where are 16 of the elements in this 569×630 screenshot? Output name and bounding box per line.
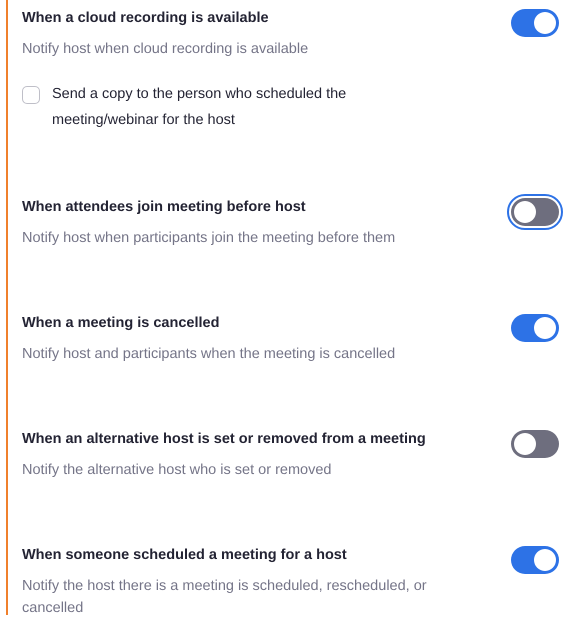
setting-title: When someone scheduled a meeting for a host bbox=[22, 546, 348, 565]
setting-title: When attendees join meeting before host bbox=[22, 198, 307, 217]
toggle-switch[interactable] bbox=[511, 314, 559, 342]
toggle-switch[interactable] bbox=[511, 9, 559, 37]
setting-description: Notify the host there is a meeting is scheduled, rescheduled, or cancelled bbox=[22, 577, 428, 618]
checkbox[interactable] bbox=[22, 86, 40, 104]
toggle-switch[interactable] bbox=[511, 430, 559, 458]
setting-title: When a meeting is cancelled bbox=[22, 314, 220, 333]
checkbox-label: Send a copy to the person who scheduled the meeting/webinar for the host bbox=[52, 85, 348, 130]
setting-title: When an alternative host is set or removed from a meeting bbox=[22, 430, 426, 449]
setting-description: Notify host when cloud recording is available bbox=[22, 40, 308, 59]
setting-description: Notify host and participants when the meeting is cancelled bbox=[22, 345, 396, 364]
setting-title: When a cloud recording is available bbox=[22, 9, 270, 28]
toggle-switch[interactable] bbox=[511, 546, 559, 574]
setting-description: Notify the alternative host who is set or removed bbox=[22, 461, 332, 480]
setting-description: Notify host when participants join the meeting before them bbox=[22, 229, 396, 248]
